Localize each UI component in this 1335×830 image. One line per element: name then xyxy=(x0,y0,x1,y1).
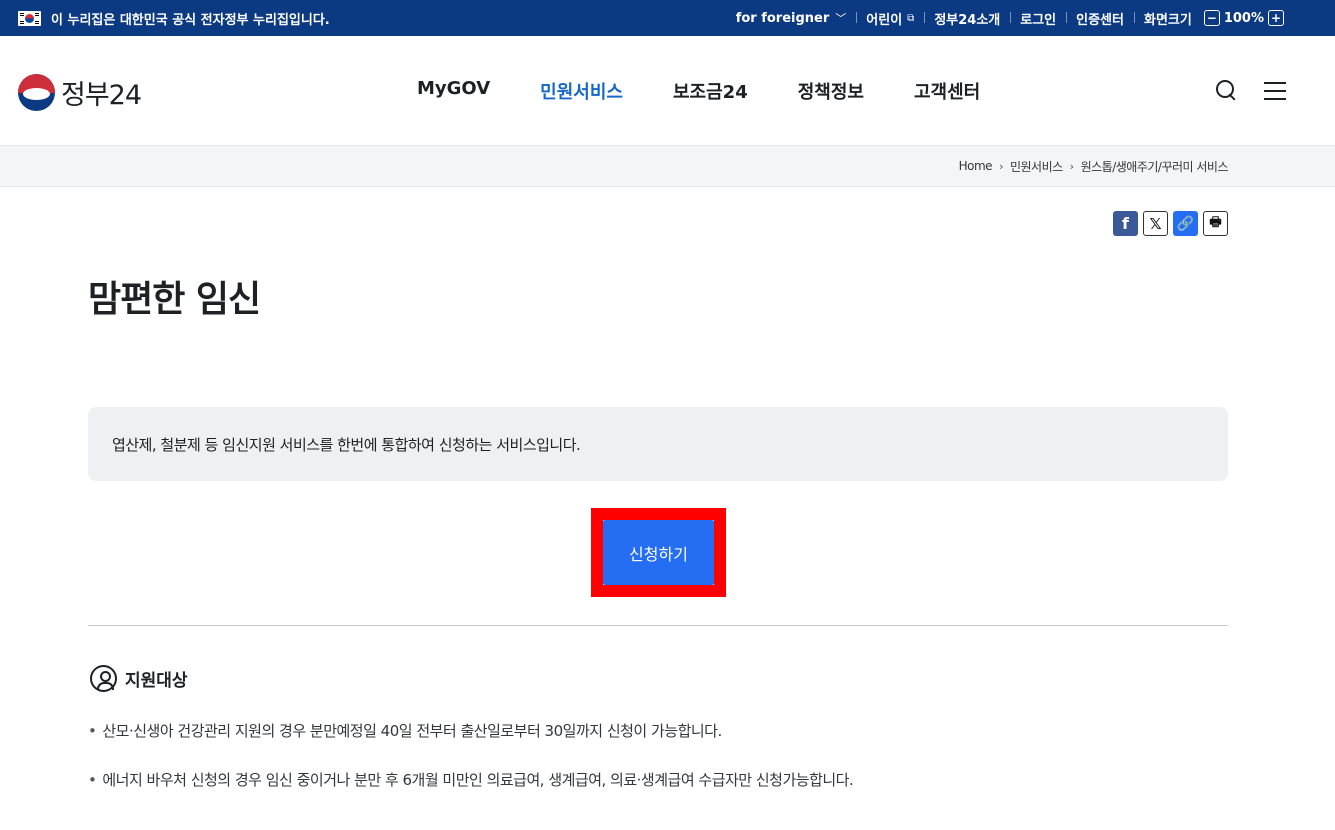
link-copy-icon[interactable]: 🔗 xyxy=(1173,211,1198,236)
page-title: 맘편한 임신 xyxy=(88,279,261,320)
site-header: 정부24 MyGOV 민원서비스 보조금24 정책정보 고객센터 xyxy=(0,36,1335,146)
zoom-in-button[interactable]: + xyxy=(1268,10,1284,26)
breadcrumb-home[interactable]: Home xyxy=(959,159,993,173)
breadcrumb: Home › 민원서비스 › 원스톱/생애주기/꾸러미 서비스 xyxy=(0,146,1335,187)
breadcrumb-civil-service[interactable]: 민원서비스 xyxy=(1010,158,1063,175)
share-tools: f 𝕏 🔗 🖶 xyxy=(1113,211,1228,236)
logo-text: 정부24 xyxy=(61,80,142,111)
apply-highlight: 신청하기 xyxy=(591,508,726,597)
about-link[interactable]: 정부24소개 xyxy=(924,9,1010,28)
list-item: 에너지 바우처 신청의 경우 임신 중이거나 분만 후 6개월 미만인 의료급여… xyxy=(88,769,853,790)
divider xyxy=(88,625,1228,626)
print-icon[interactable]: 🖶 xyxy=(1203,211,1228,236)
cert-center-link[interactable]: 인증센터 xyxy=(1066,9,1134,28)
apply-button[interactable]: 신청하기 xyxy=(603,520,714,585)
nav-mygov[interactable]: MyGOV xyxy=(417,78,490,104)
chevron-right-icon: › xyxy=(1069,159,1074,173)
chevron-down-icon: ﹀ xyxy=(835,12,847,25)
main-nav: MyGOV 민원서비스 보조금24 정책정보 고객센터 xyxy=(417,78,1030,104)
nav-policy-info[interactable]: 정책정보 xyxy=(798,78,864,104)
nav-subsidy24[interactable]: 보조금24 xyxy=(673,78,748,104)
screen-size-control: 화면크기 − 100% + xyxy=(1133,9,1298,28)
foreigner-link[interactable]: for foreigner ﹀ xyxy=(726,10,857,26)
nav-customer-center[interactable]: 고객센터 xyxy=(914,78,980,104)
breadcrumb-current[interactable]: 원스톱/생애주기/꾸러미 서비스 xyxy=(1081,158,1229,175)
zoom-level: 100% xyxy=(1223,10,1264,26)
kids-link[interactable]: 어린이 ⧉ xyxy=(856,9,924,28)
service-description: 엽산제, 철분제 등 임신지원 서비스를 한번에 통합하여 신청하는 서비스입니… xyxy=(88,407,1228,481)
zoom-out-button[interactable]: − xyxy=(1203,10,1220,26)
site-logo[interactable]: 정부24 xyxy=(18,73,142,112)
search-icon[interactable] xyxy=(1216,80,1238,102)
eligibility-list: 산모·신생아 건강관리 지원의 경우 분만예정일 40일 전부터 출산일로부터 … xyxy=(88,720,853,818)
screen-size-label: 화면크기 xyxy=(1143,12,1192,28)
gov-emblem-icon xyxy=(18,74,55,111)
list-item: 산모·신생아 건강관리 지원의 경우 분만예정일 40일 전부터 출산일로부터 … xyxy=(88,720,853,741)
eligibility-title: 지원대상 xyxy=(125,671,188,691)
korea-flag-icon xyxy=(18,10,41,26)
person-icon xyxy=(90,665,117,692)
gov-banner: 이 누리집은 대한민국 공식 전자정부 누리집입니다. for foreigne… xyxy=(0,0,1335,36)
menu-icon[interactable] xyxy=(1264,82,1286,100)
eligibility-heading: 지원대상 xyxy=(90,665,188,692)
x-share-icon[interactable]: 𝕏 xyxy=(1143,211,1168,236)
facebook-icon[interactable]: f xyxy=(1113,211,1138,236)
login-link[interactable]: 로그인 xyxy=(1010,9,1066,28)
external-link-icon: ⧉ xyxy=(907,12,915,24)
chevron-right-icon: › xyxy=(999,159,1003,173)
nav-civil-service[interactable]: 민원서비스 xyxy=(540,78,623,104)
gov-notice[interactable]: 이 누리집은 대한민국 공식 전자정부 누리집입니다. xyxy=(51,9,330,28)
